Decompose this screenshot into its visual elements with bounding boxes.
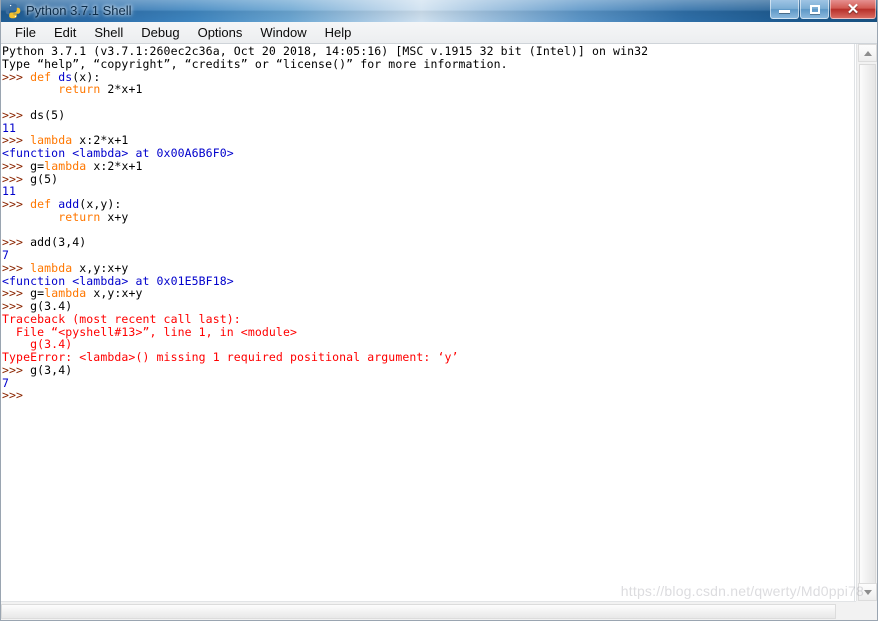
shell-text-area[interactable]: Python 3.7.1 (v3.7.1:260ec2c36a, Oct 20 … [0,44,855,601]
window-titlebar[interactable]: Python 3.7.1 Shell ✕ [0,0,878,22]
shell-span-plain: g(5) [30,171,59,186]
horizontal-scrollbar-thumb[interactable] [1,604,836,619]
chevron-down-icon [863,589,872,595]
minimize-button[interactable] [770,0,799,19]
shell-span-plain: 2*x+1 [107,82,143,97]
horizontal-scrollbar[interactable] [0,601,878,621]
shell-span-prompt: >>> [2,388,31,403]
close-icon: ✕ [846,0,860,18]
shell-line: >>> g(5) [2,171,648,186]
shell-line: return x+y [2,209,648,224]
shell-span-plain [2,82,58,96]
shell-line: File “<pyshell#13>”, line 1, in <module> [2,325,648,339]
shell-line [2,96,648,109]
menu-item-debug[interactable]: Debug [132,23,188,42]
chevron-up-icon [863,50,872,56]
maximize-button[interactable] [800,0,829,19]
menu-item-shell[interactable]: Shell [85,23,132,42]
shell-line: return 2*x+1 [2,83,648,96]
shell-line: >>> g(3,4) [2,362,648,377]
menu-item-edit[interactable]: Edit [45,23,85,42]
shell-body: Python 3.7.1 (v3.7.1:260ec2c36a, Oct 20 … [0,44,878,621]
shell-span-plain: x+y [107,209,129,224]
shell-line: >>> g=lambda x:2*x+1 [2,158,648,173]
menu-item-help[interactable]: Help [316,23,361,42]
shell-span-kw: return [58,82,108,97]
menubar: File Edit Shell Debug Options Window Hel… [0,22,878,44]
menu-item-window[interactable]: Window [251,23,315,42]
scroll-down-button[interactable] [858,583,877,601]
vertical-scrollbar-thumb[interactable] [859,64,876,584]
shell-line: >>> ds(5) [2,107,648,122]
shell-span-plain: ds(5) [30,107,66,122]
menu-item-options[interactable]: Options [189,23,252,42]
shell-line: TypeError: <lambda>() missing 1 required… [2,351,648,364]
minimize-icon [779,10,790,13]
shell-line: >>> g=lambda x,y:x+y [2,287,648,300]
scrollbar-corner [856,601,878,621]
shell-span-plain: x:2*x+1 [93,158,143,173]
shell-line: 7 [2,376,648,390]
python-idle-icon [5,3,21,19]
shell-span-plain [2,210,58,224]
shell-span-plain: g(3,4) [30,362,73,377]
shell-span-plain: add(3,4) [30,235,87,250]
shell-line: >>> add(3,4) [2,236,648,249]
shell-span-plain: x,y:x+y [93,286,143,301]
idle-shell-window: Python 3.7.1 Shell ✕ File Edit Shell Deb… [0,0,878,621]
shell-span-kw: return [58,209,108,224]
window-controls: ✕ [769,0,876,21]
scroll-up-button[interactable] [858,44,877,62]
vertical-scrollbar[interactable] [856,44,878,621]
menu-item-file[interactable]: File [6,23,45,42]
window-title: Python 3.7.1 Shell [26,3,132,18]
shell-line [2,224,648,237]
shell-line: >>> [2,389,648,402]
close-button[interactable]: ✕ [830,0,876,19]
maximize-icon [809,4,820,14]
shell-transcript[interactable]: Python 3.7.1 (v3.7.1:260ec2c36a, Oct 20 … [2,45,648,402]
